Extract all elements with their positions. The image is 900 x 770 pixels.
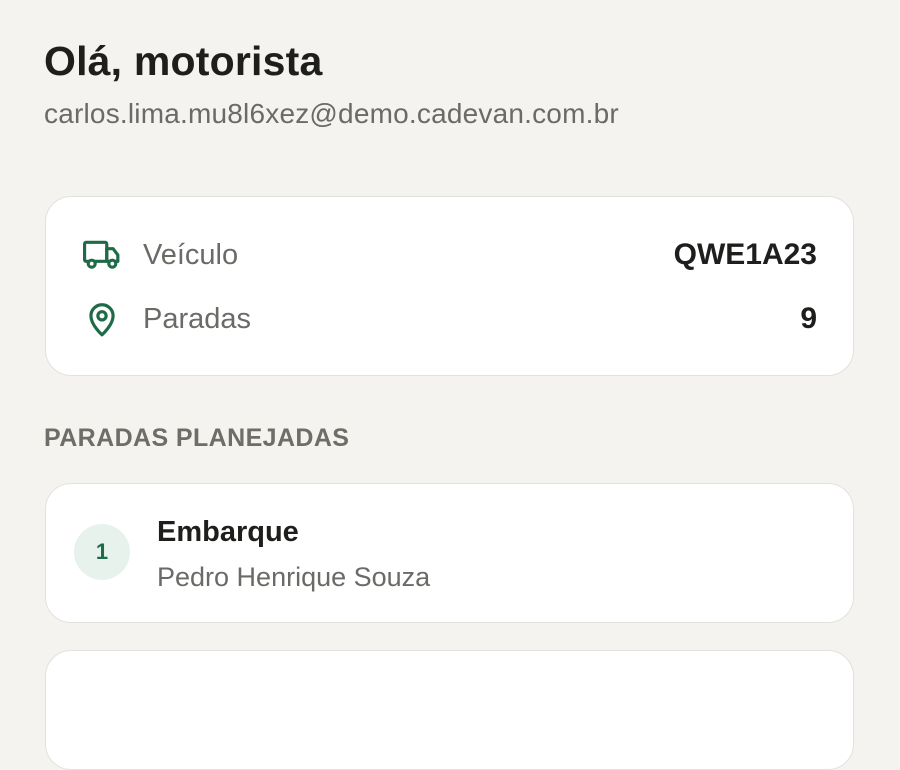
- stop-card[interactable]: [45, 650, 854, 770]
- vehicle-plate: QWE1A23: [673, 238, 817, 271]
- stop-passenger-name: Pedro Henrique Souza: [157, 562, 431, 592]
- planned-stops-heading: PARADAS PLANEJADAS: [44, 424, 350, 452]
- summary-card: Veículo QWE1A23 Paradas 9: [45, 196, 854, 376]
- vehicle-label: Veículo: [143, 238, 239, 271]
- stop-card[interactable]: 1 Embarque Pedro Henrique Souza: [45, 483, 854, 623]
- stops-label: Paradas: [143, 302, 252, 335]
- stop-number-badge: 1: [74, 524, 130, 580]
- user-email: carlos.lima.mu8l6xez@demo.cadevan.com.br: [44, 98, 619, 129]
- truck-icon: [82, 235, 122, 275]
- vehicle-row: Veículo QWE1A23: [46, 231, 853, 279]
- stops-row: Paradas 9: [46, 295, 853, 343]
- map-pin-icon: [82, 299, 122, 339]
- stops-count: 9: [800, 302, 817, 335]
- greeting-title: Olá, motorista: [44, 38, 323, 84]
- stop-type: Embarque: [157, 516, 299, 548]
